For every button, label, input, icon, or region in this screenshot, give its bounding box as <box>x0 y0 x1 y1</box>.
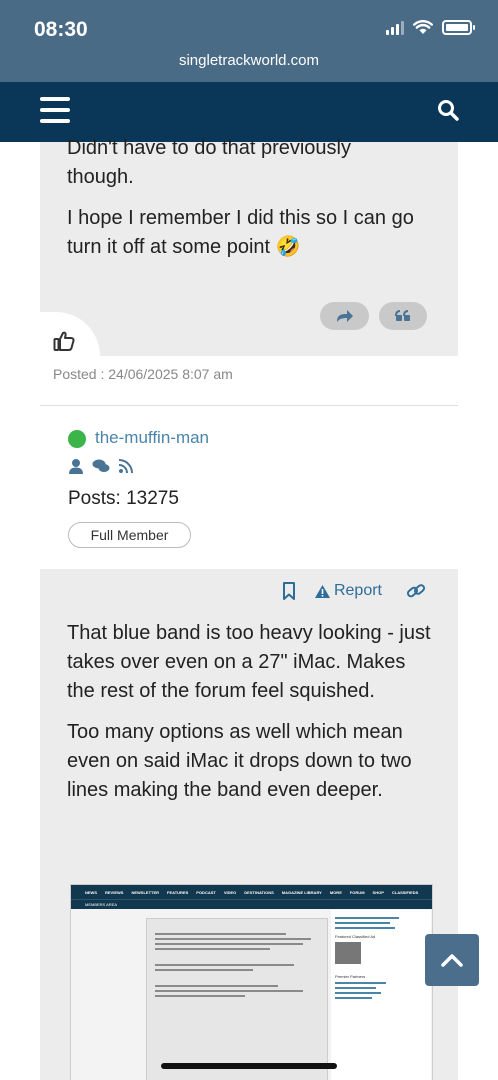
embedded-nav-item: NEWSLETTER <box>131 889 160 895</box>
hamburger-menu-icon[interactable] <box>40 97 70 123</box>
online-status-indicator <box>68 430 86 448</box>
wifi-icon <box>413 20 433 34</box>
share-button[interactable] <box>320 302 369 330</box>
author-post-count: Posts: 13275 <box>68 488 179 509</box>
embedded-nav-item: VIDEO <box>223 889 237 895</box>
embedded-nav-item: FEATURES <box>167 889 189 895</box>
post-line: though. <box>67 166 134 188</box>
thumbs-up-icon <box>53 331 75 351</box>
embedded-nav-item: DESTINATIONS <box>244 889 274 895</box>
status-icons <box>386 20 475 35</box>
share-arrow-icon <box>336 310 353 322</box>
embedded-nav: NEWS REVIEWS NEWSLETTER FEATURES PODCAST… <box>71 885 432 899</box>
post-timestamp: Posted : 24/06/2025 8:07 am <box>53 366 233 382</box>
embedded-nav-item: SHOP <box>372 889 384 895</box>
url-bar[interactable]: singletrackworld.com <box>0 52 498 69</box>
author-icons <box>68 458 134 474</box>
post-body: That blue band is too heavy looking - ju… <box>67 619 437 817</box>
embedded-content: Featured Classified Ad Premier Partners <box>71 910 432 1080</box>
author-username[interactable]: the-muffin-man <box>95 428 209 448</box>
author-rank-badge: Full Member <box>68 522 191 548</box>
status-time: 08:30 <box>34 18 88 41</box>
post-actions: Report <box>282 582 426 600</box>
embedded-nav-item: NEWS <box>85 889 97 895</box>
embedded-subnav: MEMBERS AREA <box>71 899 432 909</box>
site-navbar <box>0 82 498 142</box>
post-divider <box>40 405 458 406</box>
battery-icon <box>442 20 475 35</box>
forum-post: Didn't have to do that previously though… <box>40 137 458 356</box>
report-button[interactable]: Report <box>314 582 382 600</box>
warning-icon <box>314 584 330 598</box>
signal-icon <box>386 20 404 35</box>
embedded-home-indicator <box>161 1063 337 1069</box>
back-to-top-button[interactable] <box>425 934 479 986</box>
embedded-nav-item: CLASSIFIEDS <box>391 889 419 895</box>
embedded-post-area <box>146 918 328 1080</box>
messages-icon[interactable] <box>92 458 110 474</box>
embedded-nav-item: MORE <box>329 889 342 895</box>
embedded-screenshot-image[interactable]: NEWS REVIEWS NEWSLETTER FEATURES PODCAST… <box>70 884 433 1080</box>
post-body: Didn't have to do that previously though… <box>67 134 437 274</box>
search-icon[interactable] <box>436 98 460 122</box>
quote-button[interactable] <box>379 302 427 330</box>
browser-status-bar: 08:30 singletrackworld.com <box>0 0 498 82</box>
profile-icon[interactable] <box>68 458 84 474</box>
chevron-up-icon <box>441 954 463 967</box>
report-label: Report <box>333 582 382 599</box>
quote-icon <box>395 310 410 321</box>
embedded-sidebar: Featured Classified Ad Premier Partners <box>331 910 431 1080</box>
embedded-nav-item: FORUM <box>349 889 365 895</box>
embedded-nav-item: REVIEWS <box>105 889 124 895</box>
embedded-sidebar-heading: Featured Classified Ad <box>335 934 376 939</box>
embedded-subnav-item: MEMBERS AREA <box>85 902 118 907</box>
post-paragraph: That blue band is too heavy looking - ju… <box>67 622 431 702</box>
bookmark-icon[interactable] <box>282 582 296 600</box>
rss-feed-icon[interactable] <box>118 458 134 474</box>
post-line: Didn't have to do that previously <box>67 137 351 159</box>
post-paragraph: Too many options as well which mean even… <box>67 721 412 801</box>
embedded-sidebar-heading: Premier Partners <box>335 974 366 979</box>
embedded-nav-item: MAGAZINE LIBRARY <box>281 889 322 895</box>
post-paragraph: I hope I remember I did this so I can go… <box>67 207 414 258</box>
link-icon[interactable] <box>406 582 426 600</box>
embedded-nav-item: PODCAST <box>196 889 216 895</box>
